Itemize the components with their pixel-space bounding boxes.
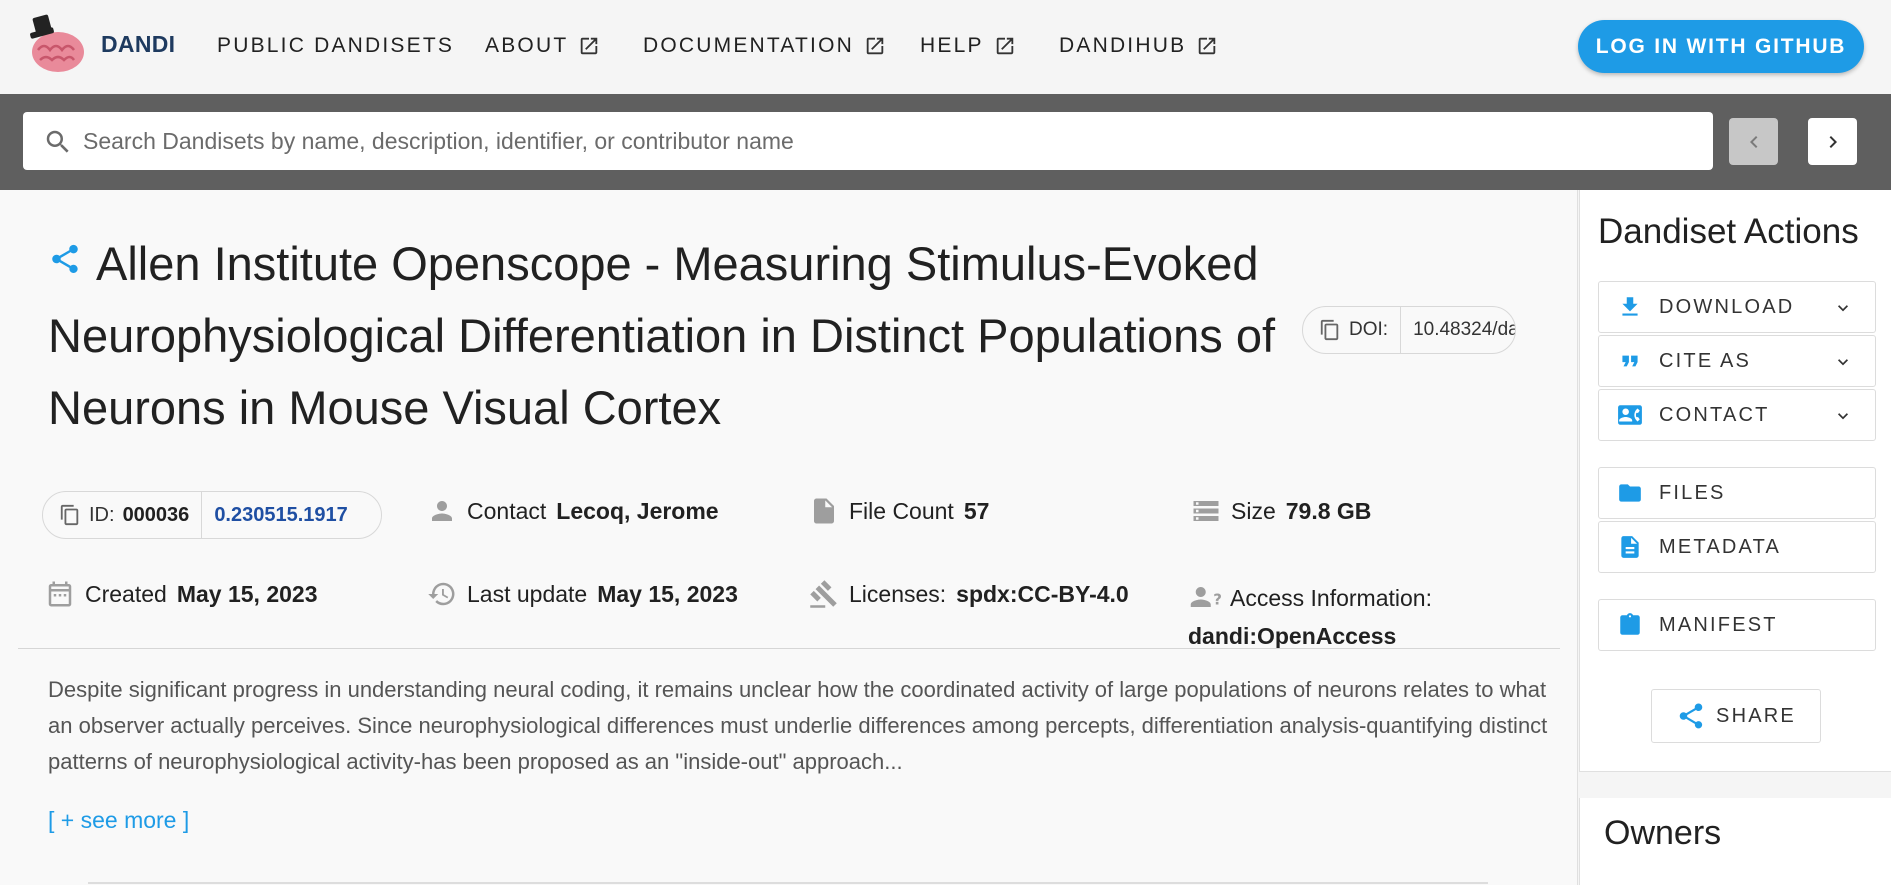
doi-chip[interactable]: DOI: 10.48324/dandi.000036/0.230515.1917 bbox=[1302, 306, 1516, 354]
history-icon bbox=[428, 582, 455, 606]
created-value: May 15, 2023 bbox=[176, 580, 318, 607]
files-label: FILES bbox=[1659, 481, 1726, 504]
external-link-icon bbox=[581, 37, 598, 55]
search-input[interactable] bbox=[83, 122, 1693, 160]
brand-name[interactable]: DANDI bbox=[101, 31, 175, 58]
nav-label: HELP bbox=[920, 34, 984, 57]
person-question-icon: ? bbox=[1190, 587, 1222, 609]
clipboard-icon bbox=[1620, 613, 1640, 635]
login-github-button[interactable]: LOG IN WITH GITHUB bbox=[1578, 20, 1864, 73]
id-value: 000036 bbox=[122, 503, 190, 526]
created-label: Created bbox=[85, 580, 167, 607]
license-info: Licenses: spdx:CC-BY-4.0 bbox=[809, 579, 1129, 609]
license-label: Licenses: bbox=[849, 580, 947, 607]
external-link-icon bbox=[866, 37, 884, 55]
size-value: 79.8 GB bbox=[1285, 497, 1372, 524]
access-value: dandi:OpenAccess bbox=[1188, 623, 1397, 649]
owners-heading: Owners bbox=[1604, 814, 1722, 852]
bottom-divider bbox=[88, 882, 1488, 884]
nav-dandihub[interactable]: DANDIHUB bbox=[1059, 34, 1218, 58]
next-dandiset-button[interactable] bbox=[1808, 118, 1857, 165]
nav-public-dandisets[interactable]: PUBLIC DANDISETS bbox=[217, 34, 454, 58]
chevron-down-icon bbox=[1838, 305, 1848, 312]
cite-as-button[interactable]: CITE AS bbox=[1598, 335, 1876, 387]
copy-icon bbox=[60, 504, 79, 526]
calendar-icon bbox=[48, 581, 72, 607]
previous-dandiset-button[interactable] bbox=[1729, 118, 1778, 165]
doi-copy[interactable]: DOI: bbox=[1303, 307, 1402, 353]
dandiset-actions-panel: Dandiset Actions DOWNLOAD CITE AS CONTAC… bbox=[1579, 190, 1891, 772]
dandi-logo[interactable] bbox=[24, 14, 88, 76]
manifest-button[interactable]: MANIFEST bbox=[1598, 599, 1876, 651]
storage-icon bbox=[1193, 501, 1219, 521]
contact-card-icon bbox=[1618, 405, 1642, 425]
nav-about[interactable]: ABOUT bbox=[485, 34, 600, 58]
download-icon bbox=[1622, 297, 1638, 316]
file-icon bbox=[814, 498, 834, 524]
files-button[interactable]: FILES bbox=[1598, 467, 1876, 519]
copy-icon bbox=[1320, 319, 1339, 341]
download-button[interactable]: DOWNLOAD bbox=[1598, 281, 1876, 333]
search-box[interactable] bbox=[23, 112, 1713, 170]
created-info: Created May 15, 2023 bbox=[45, 579, 318, 609]
chevron-down-icon bbox=[1838, 359, 1848, 366]
nav-label: DOCUMENTATION bbox=[643, 34, 854, 57]
section-divider bbox=[18, 648, 1560, 649]
nav-help[interactable]: HELP bbox=[920, 34, 1016, 58]
nav-label: PUBLIC DANDISETS bbox=[217, 34, 455, 57]
share-button[interactable]: SHARE bbox=[1651, 689, 1821, 743]
last-update-value: May 15, 2023 bbox=[597, 580, 738, 607]
version-link[interactable]: 0.230515.1917 bbox=[202, 504, 347, 527]
contact-value: Lecoq, Jerome bbox=[556, 497, 719, 524]
actions-heading: Dandiset Actions bbox=[1598, 212, 1859, 251]
download-label: DOWNLOAD bbox=[1659, 295, 1795, 318]
contact-label: CONTACT bbox=[1659, 403, 1770, 426]
chevron-down-icon bbox=[1838, 413, 1848, 420]
last-update-info: Last update May 15, 2023 bbox=[427, 579, 738, 609]
folder-icon bbox=[1619, 484, 1641, 502]
document-icon bbox=[1621, 536, 1639, 558]
contact-label: Contact bbox=[467, 497, 547, 524]
access-label: Access Information: bbox=[1230, 585, 1432, 611]
last-update-label: Last update bbox=[467, 580, 588, 607]
manifest-label: MANIFEST bbox=[1659, 613, 1778, 636]
external-link-icon bbox=[1199, 37, 1216, 55]
nav-documentation[interactable]: DOCUMENTATION bbox=[643, 34, 886, 58]
chevron-left-icon bbox=[1749, 135, 1757, 148]
contact-info: Contact Lecoq, Jerome bbox=[427, 496, 719, 526]
id-label: ID: bbox=[89, 503, 115, 526]
doi-label: DOI: bbox=[1349, 319, 1389, 340]
size-label: Size bbox=[1231, 497, 1276, 524]
chevron-right-icon bbox=[1829, 135, 1837, 148]
person-icon bbox=[432, 501, 452, 521]
metadata-button[interactable]: METADATA bbox=[1598, 521, 1876, 573]
dandiset-title: Allen Institute Openscope - Measuring St… bbox=[48, 237, 1276, 434]
doi-value[interactable]: 10.48324/dandi.000036/0.230515.1917 bbox=[1401, 319, 1515, 341]
metadata-label: METADATA bbox=[1659, 535, 1782, 558]
external-link-icon bbox=[996, 37, 1013, 55]
owners-panel: Owners bbox=[1579, 798, 1891, 885]
nav-label: ABOUT bbox=[485, 34, 569, 57]
access-info: ? Access Information: dandi:OpenAccess bbox=[1188, 579, 1508, 655]
contact-button[interactable]: CONTACT bbox=[1598, 389, 1876, 441]
cite-as-label: CITE AS bbox=[1659, 349, 1752, 372]
nav-label: DANDIHUB bbox=[1059, 34, 1187, 57]
file-count-info: File Count 57 bbox=[809, 496, 989, 526]
id-copy[interactable]: ID: 000036 bbox=[43, 492, 203, 538]
quote-icon bbox=[1622, 355, 1638, 367]
dandiset-description: Despite significant progress in understa… bbox=[48, 677, 1548, 774]
search-bar-container bbox=[0, 94, 1891, 190]
identifier-chip[interactable]: ID: 000036 0.230515.1917 bbox=[42, 491, 382, 539]
share-icon bbox=[1679, 703, 1703, 729]
search-icon bbox=[46, 130, 69, 153]
share-label: SHARE bbox=[1716, 704, 1796, 727]
gavel-icon bbox=[810, 580, 837, 608]
svg-text:?: ? bbox=[1213, 591, 1222, 609]
see-more-link[interactable]: [ + see more ] bbox=[48, 807, 189, 834]
file-count-value: 57 bbox=[963, 497, 990, 524]
license-value: spdx:CC-BY-4.0 bbox=[956, 580, 1129, 607]
size-info: Size 79.8 GB bbox=[1191, 496, 1371, 526]
file-count-label: File Count bbox=[849, 497, 954, 524]
app-bar: DANDI PUBLIC DANDISETS ABOUT DOCUMENTATI… bbox=[0, 0, 1891, 94]
